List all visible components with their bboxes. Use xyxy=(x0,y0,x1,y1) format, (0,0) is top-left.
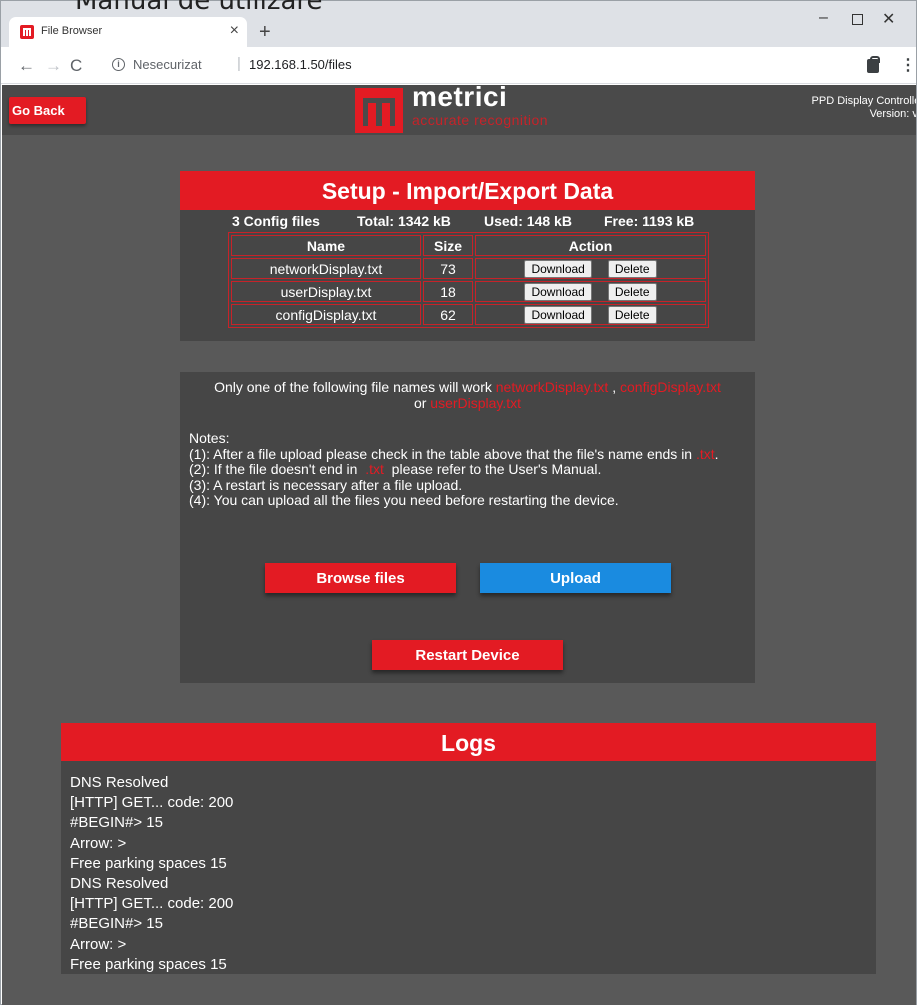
import-export-title: Setup - Import/Export Data xyxy=(180,171,755,210)
file-actions: Download Delete xyxy=(475,304,706,325)
restart-device-button[interactable]: Restart Device xyxy=(372,640,563,670)
note-2-ext: .txt xyxy=(365,461,384,477)
file-name: networkDisplay.txt xyxy=(231,258,421,279)
notes-title: Notes: xyxy=(189,430,230,446)
table-row: userDisplay.txt 18 Download Delete xyxy=(231,281,706,302)
brand-tagline: accurate recognition xyxy=(412,112,549,128)
info-icon[interactable]: i xyxy=(112,58,125,71)
menu-dots-icon[interactable]: ⋮ xyxy=(900,55,916,75)
column-header-action: Action xyxy=(475,235,706,256)
file-name: userDisplay.txt xyxy=(231,281,421,302)
hint-file-user: userDisplay.txt xyxy=(430,395,522,411)
go-back-button[interactable]: Go Back xyxy=(9,97,86,124)
file-actions: Download Delete xyxy=(475,258,706,279)
logs-panel: Logs DNS Resolved [HTTP] GET... code: 20… xyxy=(61,723,876,974)
column-header-name: Name xyxy=(231,235,421,256)
files-table: Name Size Action networkDisplay.txt 73 D… xyxy=(228,232,709,328)
table-header-row: Name Size Action xyxy=(231,235,706,256)
storage-total: Total: 1342 kB xyxy=(357,213,451,229)
hint-comma: , xyxy=(612,379,617,395)
file-name-hint: Only one of the following file names wil… xyxy=(180,379,755,411)
column-header-size: Size xyxy=(423,235,473,256)
import-export-panel: Setup - Import/Export Data 3 Config file… xyxy=(180,171,755,341)
note-4: (4): You can upload all the files you ne… xyxy=(189,492,619,508)
note-1: (1): After a file upload please check in… xyxy=(189,445,749,463)
maximize-icon[interactable] xyxy=(852,14,863,25)
download-button[interactable]: Download xyxy=(524,259,592,278)
forward-arrow-icon[interactable]: → xyxy=(45,56,62,76)
note-2-text-b: please refer to the User's Manual. xyxy=(391,461,602,477)
address-bar[interactable]: i Nesecurizat | 192.168.1.50/files xyxy=(111,53,856,79)
tab-title: File Browser xyxy=(41,25,103,37)
storage-free: Free: 1193 kB xyxy=(604,213,695,229)
close-window-icon[interactable]: ✕ xyxy=(882,9,895,29)
log-line: DNS Resolved xyxy=(70,875,169,893)
delete-button[interactable]: Delete xyxy=(607,282,657,301)
config-count: 3 Config files xyxy=(232,213,320,229)
file-size: 62 xyxy=(423,304,473,325)
browser-toolbar: ← → C i Nesecurizat | 192.168.1.50/files… xyxy=(1,48,916,84)
url-separator: | xyxy=(237,55,241,72)
log-line: [HTTP] GET... code: 200 xyxy=(70,895,234,913)
storage-used: Used: 148 kB xyxy=(484,213,572,229)
hint-file-network: networkDisplay.txt xyxy=(495,379,609,395)
metrici-logo-icon xyxy=(355,88,403,133)
note-1-end: . xyxy=(714,445,719,462)
controller-version: Version: v2 xyxy=(869,108,916,120)
note-3: (3): A restart is necessary after a file… xyxy=(189,476,463,493)
metrici-favicon-icon xyxy=(20,25,34,39)
notes: Notes: (1): After a file upload please c… xyxy=(189,430,749,509)
log-line: Arrow: > xyxy=(70,935,127,953)
table-row: configDisplay.txt 62 Download Delete xyxy=(231,304,706,325)
download-button[interactable]: Download xyxy=(524,305,592,324)
tab-close-icon[interactable]: × xyxy=(230,22,239,40)
file-size: 18 xyxy=(423,281,473,302)
table-row: networkDisplay.txt 73 Download Delete xyxy=(231,258,706,279)
page-content: Go Back metrici accurate recognition PPD… xyxy=(2,85,916,1005)
tab-file-browser[interactable]: File Browser × xyxy=(9,17,247,48)
storage-stats: 3 Config files Total: 1342 kB Used: 148 … xyxy=(232,210,707,232)
hint-text: Only one of the following file names wil… xyxy=(214,379,492,395)
note-1-ext: .txt xyxy=(696,445,715,462)
hint-or: or xyxy=(413,395,427,411)
reload-icon[interactable]: C xyxy=(70,56,82,76)
brand-name: metrici xyxy=(412,85,508,112)
delete-button[interactable]: Delete xyxy=(607,259,657,278)
controller-name: PPD Display Controller xyxy=(811,95,916,107)
browser-window: File Browser × + – ✕ ← → C i Nesecurizat… xyxy=(0,0,917,1005)
upload-panel: Only one of the following file names wil… xyxy=(180,372,755,683)
log-line: DNS Resolved xyxy=(70,774,169,791)
upload-button[interactable]: Upload xyxy=(480,563,671,593)
note-2: (2): If the file doesn't end in .txt ple… xyxy=(189,461,749,478)
document-heading: Manual de utilizare xyxy=(75,0,323,16)
file-name: configDisplay.txt xyxy=(231,304,421,325)
log-line: Free parking spaces 15 xyxy=(70,955,227,973)
new-tab-icon[interactable]: + xyxy=(259,21,271,44)
back-arrow-icon[interactable]: ← xyxy=(18,56,35,76)
app-header: Go Back metrici accurate recognition PPD… xyxy=(2,85,916,135)
logs-title: Logs xyxy=(61,723,876,761)
file-size: 73 xyxy=(423,258,473,279)
delete-button[interactable]: Delete xyxy=(607,305,657,324)
hint-file-config: configDisplay.txt xyxy=(620,379,721,395)
extension-clipboard-icon[interactable] xyxy=(866,56,880,74)
url-text[interactable]: 192.168.1.50/files xyxy=(249,57,352,72)
download-button[interactable]: Download xyxy=(524,282,592,301)
log-line: #BEGIN#> 15 xyxy=(70,814,163,832)
log-line: [HTTP] GET... code: 200 xyxy=(70,794,234,812)
minimize-icon[interactable]: – xyxy=(819,9,828,27)
note-1-text: (1): After a file upload please check in… xyxy=(189,445,693,462)
browse-files-button[interactable]: Browse files xyxy=(265,563,456,593)
log-line: Arrow: > xyxy=(70,834,127,852)
note-2-text-a: (2): If the file doesn't end in xyxy=(189,461,358,477)
log-output: DNS Resolved [HTTP] GET... code: 200 #BE… xyxy=(70,773,233,975)
controller-info: PPD Display Controller Version: v2 xyxy=(812,95,916,121)
security-label[interactable]: Nesecurizat xyxy=(133,57,202,72)
log-line: Free parking spaces 15 xyxy=(70,854,227,872)
file-actions: Download Delete xyxy=(475,281,706,302)
log-line: #BEGIN#> 15 xyxy=(70,915,163,933)
